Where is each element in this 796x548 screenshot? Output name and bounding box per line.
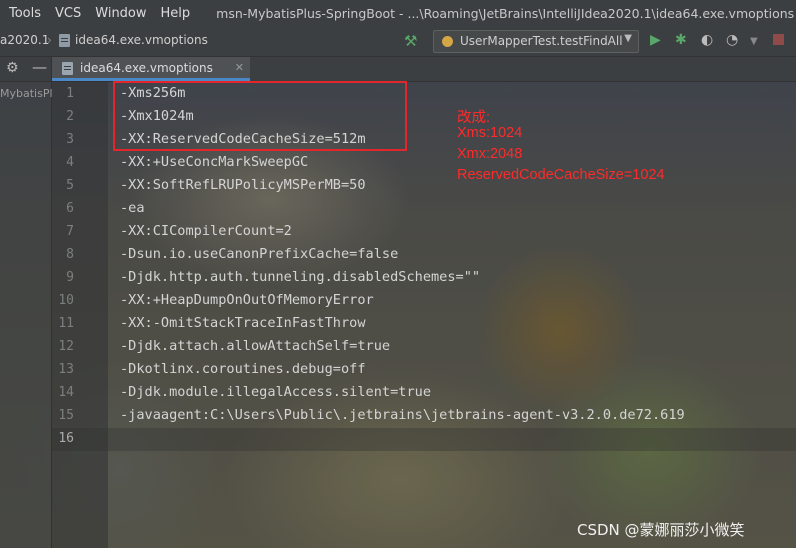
code-line[interactable]: -ea xyxy=(120,200,145,216)
line-number: 3 xyxy=(66,132,74,147)
run-icon[interactable]: ▶ xyxy=(650,32,661,48)
hammer-icon[interactable]: ⚒ xyxy=(404,32,417,50)
navigation-toolbar: a2020.1 › idea64.exe.vmoptions ⚒ UserMap… xyxy=(0,26,796,57)
code-line[interactable]: -Djdk.attach.allowAttachSelf=true xyxy=(120,338,390,354)
line-number: 7 xyxy=(66,224,74,239)
code-line[interactable]: -XX:SoftRefLRUPolicyMSPerMB=50 xyxy=(120,177,366,193)
code-line[interactable]: -Djdk.http.auth.tunneling.disabledScheme… xyxy=(120,269,480,285)
breadcrumb-separator: › xyxy=(47,33,52,47)
code-line[interactable]: -XX:-OmitStackTraceInFastThrow xyxy=(120,315,366,331)
run-configuration-select[interactable]: UserMapperTest.testFindAll ▼ xyxy=(433,30,639,53)
menu-vcs[interactable]: VCS xyxy=(51,6,85,21)
tab-label: idea64.exe.vmoptions xyxy=(80,61,213,75)
test-class-icon xyxy=(442,36,453,47)
line-number: 14 xyxy=(58,385,74,400)
coverage-icon[interactable]: ◐ xyxy=(701,32,713,48)
more-dropdown-icon[interactable]: ▼ xyxy=(750,36,758,47)
breadcrumb-file[interactable]: idea64.exe.vmoptions xyxy=(75,33,208,47)
profile-icon[interactable]: ◔ xyxy=(726,32,738,48)
tab-vmoptions[interactable]: idea64.exe.vmoptions ✕ xyxy=(52,57,250,81)
current-line-highlight xyxy=(52,428,796,451)
code-line[interactable]: -Dkotlinx.coroutines.debug=off xyxy=(120,361,366,377)
line-number: 6 xyxy=(66,201,74,216)
line-number: 4 xyxy=(66,155,74,170)
sidebar-project-item[interactable]: MybatisPl xyxy=(0,87,53,100)
project-sidebar: ⚙ — MybatisPl xyxy=(0,57,53,548)
annotation-line: ReservedCodeCacheSize=1024 xyxy=(457,167,665,183)
code-line[interactable]: -javaagent:C:\Users\Public\.jetbrains\je… xyxy=(120,407,685,423)
line-number: 10 xyxy=(58,293,74,308)
line-number: 9 xyxy=(66,270,74,285)
window-title: msn-MybatisPlus-SpringBoot - ...\Roaming… xyxy=(216,5,795,21)
line-number: 8 xyxy=(66,247,74,262)
editor-tab-bar: idea64.exe.vmoptions ✕ xyxy=(52,57,796,82)
watermark: CSDN @蒙娜丽莎小微笑 xyxy=(577,521,745,539)
line-number: 15 xyxy=(58,408,74,423)
menu-bar: Tools VCS Window Help msn-MybatisPlus-Sp… xyxy=(0,0,796,26)
annotation-line: Xmx:2048 xyxy=(457,146,523,162)
annotation-line: 改成: xyxy=(457,110,491,126)
line-number: 12 xyxy=(58,339,74,354)
line-number: 13 xyxy=(58,362,74,377)
menu-window[interactable]: Window xyxy=(91,6,150,21)
line-number-gutter xyxy=(52,82,108,548)
code-line[interactable]: -Djdk.module.illegalAccess.silent=true xyxy=(120,384,431,400)
line-number: 16 xyxy=(58,431,74,446)
code-line[interactable]: -Dsun.io.useCanonPrefixCache=false xyxy=(120,246,398,262)
code-line[interactable]: -XX:+HeapDumpOnOutOfMemoryError xyxy=(120,292,374,308)
chevron-down-icon: ▼ xyxy=(624,33,632,44)
run-configuration-label: UserMapperTest.testFindAll xyxy=(460,34,623,48)
line-number: 1 xyxy=(66,86,74,101)
annotation-line: Xms:1024 xyxy=(457,125,523,141)
minimize-icon[interactable]: — xyxy=(32,58,47,76)
code-line[interactable]: -XX:CICompilerCount=2 xyxy=(120,223,292,239)
line-number: 5 xyxy=(66,178,74,193)
sidebar-header: ⚙ — xyxy=(0,57,51,82)
highlight-box xyxy=(113,81,407,151)
file-icon xyxy=(62,62,73,75)
menu-help[interactable]: Help xyxy=(157,6,195,21)
file-icon xyxy=(59,34,70,47)
line-number: 11 xyxy=(58,316,74,331)
menu-tools[interactable]: Tools xyxy=(5,6,45,21)
gear-icon[interactable]: ⚙ xyxy=(6,60,19,76)
debug-icon[interactable]: ✱ xyxy=(675,32,687,48)
code-line[interactable]: -XX:+UseConcMarkSweepGC xyxy=(120,154,308,170)
stop-icon[interactable] xyxy=(773,34,784,45)
close-icon[interactable]: ✕ xyxy=(235,61,244,74)
breadcrumb-project[interactable]: a2020.1 xyxy=(0,33,49,47)
line-number: 2 xyxy=(66,109,74,124)
